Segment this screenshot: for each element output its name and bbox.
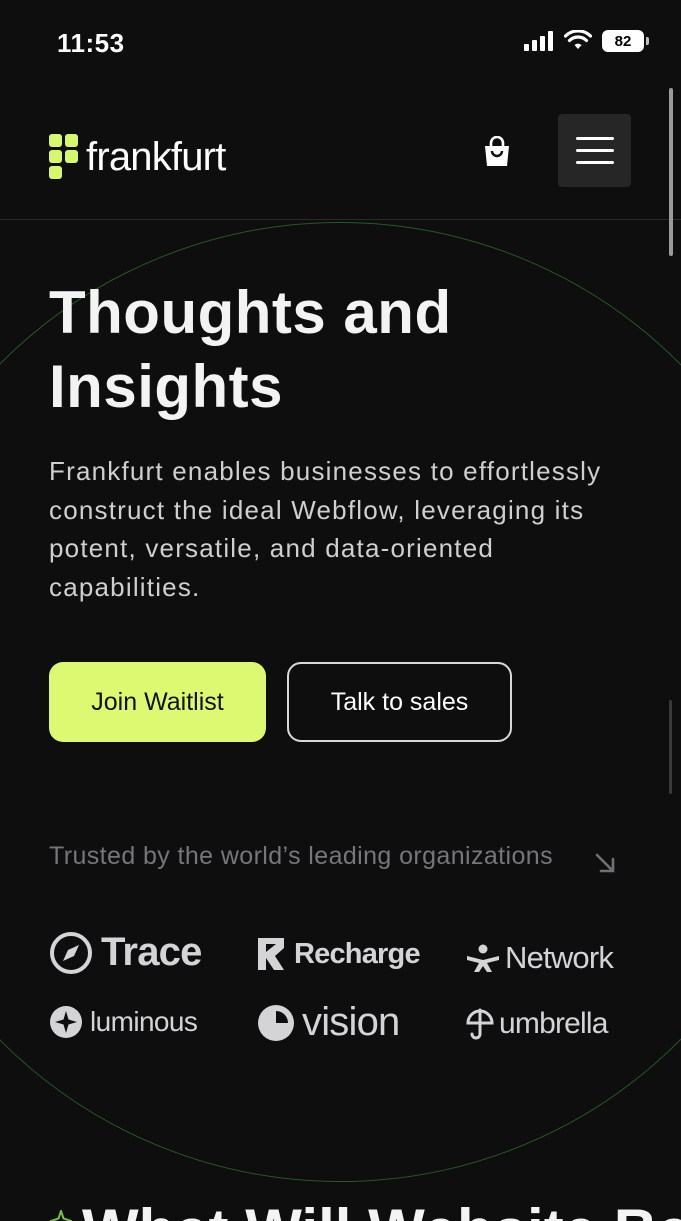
arrow-down-right-icon [595, 853, 615, 873]
join-waitlist-button[interactable]: Join Waitlist [49, 662, 266, 742]
brand-name: vision [302, 1000, 400, 1044]
brand-name: Network [505, 940, 614, 975]
brand-name: umbrella [499, 1007, 608, 1040]
menu-line [575, 137, 614, 140]
recharge-logo-icon [258, 938, 284, 970]
status-bar: 11:53 82 [0, 0, 681, 88]
next-section-title: What Will Website Be [82, 1196, 681, 1221]
brand-name: Recharge [294, 937, 421, 970]
logo-mark-icon [48, 130, 80, 184]
logo-text: frankfurt [86, 135, 226, 179]
scrollbar-thumb[interactable] [669, 88, 673, 256]
compass-icon [50, 931, 92, 974]
brand-logo-trace: Trace [49, 930, 202, 975]
status-icons: 82 [524, 30, 649, 52]
wifi-icon [564, 30, 592, 49]
battery-indicator: 82 [602, 30, 649, 52]
scrollbar-thumb-secondary [669, 700, 672, 794]
star-icon [50, 1210, 72, 1221]
menu-line [575, 149, 614, 152]
battery-level: 82 [602, 30, 644, 52]
brand-logo-umbrella: umbrella [465, 1006, 608, 1042]
luminous-logo-icon [50, 1006, 82, 1038]
people-network-icon [467, 944, 499, 972]
hero-title-line: Thoughts and [49, 279, 452, 346]
trusted-text: Trusted by the world’s leading organizat… [49, 842, 553, 870]
logo[interactable]: frankfurt [48, 130, 226, 184]
status-time: 11:53 [57, 28, 125, 58]
cart-button[interactable] [480, 134, 514, 170]
menu-button[interactable] [558, 114, 631, 187]
talk-to-sales-button[interactable]: Talk to sales [287, 662, 512, 742]
brand-name: Trace [101, 930, 202, 974]
page: 11:53 82 frankfurt Thoughts and Insights… [0, 0, 681, 1221]
hero-title: Thoughts and Insights [49, 276, 609, 424]
brand-logo-luminous: luminous [49, 1005, 198, 1039]
signal-icon [524, 31, 553, 51]
brand-logo-network: Network [465, 940, 614, 976]
umbrella-icon [466, 1008, 494, 1040]
hero-description: Frankfurt enables businesses to effortle… [49, 456, 602, 602]
brand-logo-recharge: Recharge [256, 936, 421, 972]
brand-name: luminous [90, 1006, 198, 1037]
vision-logo-icon [258, 1004, 294, 1041]
hero-title-line: Insights [49, 353, 284, 420]
brand-logo-vision: vision [256, 1000, 400, 1045]
menu-line [575, 161, 614, 164]
battery-tip [646, 37, 649, 45]
site-header: frankfurt [0, 100, 681, 220]
shopping-bag-icon [485, 136, 509, 166]
